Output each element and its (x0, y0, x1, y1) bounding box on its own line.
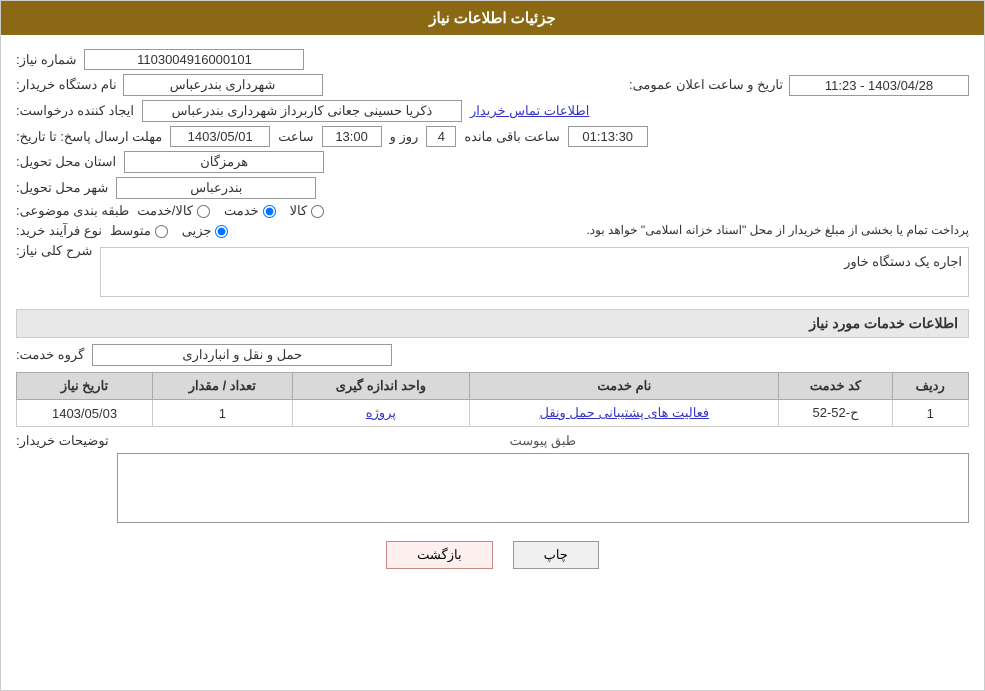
purchase-type-note: پرداخت تمام یا بخشی از مبلغ خریدار از مح… (236, 223, 969, 237)
deadline-remaining-value: 01:13:30 (568, 126, 648, 147)
category-radio-kala[interactable] (311, 205, 324, 218)
cell-name[interactable]: فعالیت های پشتیبانی حمل ونقل (470, 400, 779, 427)
deadline-date-value: 1403/05/01 (170, 126, 270, 147)
contact-link[interactable]: اطلاعات تماس خریدار (470, 103, 589, 119)
date-announce-value: 1403/04/28 - 11:23 (789, 75, 969, 96)
cell-count: 1 (153, 400, 293, 427)
category-radio-kala-khedmat[interactable] (197, 205, 210, 218)
cell-date: 1403/05/03 (17, 400, 153, 427)
order-number-value: 1103004916000101 (84, 49, 304, 70)
services-section-header: اطلاعات خدمات مورد نیاز (16, 309, 969, 338)
purchase-type-option-partial[interactable]: جزیی (182, 223, 229, 239)
category-radio-group: کالا/خدمت خدمت کالا (137, 203, 324, 219)
purchase-type-option-medium[interactable]: متوسط (110, 223, 168, 239)
purchase-partial-label: جزیی (182, 223, 212, 239)
category-khedmat-label: خدمت (224, 203, 259, 219)
creator-label: ایجاد کننده درخواست: (16, 103, 134, 119)
table-row: 1 ح-52-52 فعالیت های پشتیبانی حمل ونقل پ… (17, 400, 969, 427)
print-button[interactable]: چاپ (513, 541, 599, 569)
creator-value: ذکریا حسینی جعانی کاربرداز شهرداری بندرع… (142, 100, 462, 122)
col-count: تعداد / مقدار (153, 373, 293, 400)
need-desc-box: اجاره یک دستگاه خاور (100, 247, 969, 297)
buyer-notes-area: طبق پیوست (117, 433, 969, 526)
buyer-notes-tab: طبق پیوست (117, 433, 969, 449)
need-desc-value: اجاره یک دستگاه خاور (844, 254, 962, 269)
category-label: طبقه بندی موضوعی: (16, 203, 129, 219)
service-group-value: حمل و نقل و انبارداری (92, 344, 392, 366)
footer-buttons: چاپ بازگشت (16, 541, 969, 569)
category-kala-label: کالا (290, 203, 308, 219)
purchase-radio-medium[interactable] (155, 225, 168, 238)
col-name: نام خدمت (470, 373, 779, 400)
category-radio-khedmat[interactable] (263, 205, 276, 218)
back-button[interactable]: بازگشت (386, 541, 492, 569)
buyer-org-value: شهرداری بندرعباس (123, 74, 323, 96)
col-date: تاریخ نیاز (17, 373, 153, 400)
col-unit: واحد اندازه گیری (292, 373, 470, 400)
cell-code: ح-52-52 (779, 400, 892, 427)
category-option-kala-khedmat[interactable]: کالا/خدمت (137, 203, 210, 219)
col-row: ردیف (892, 373, 968, 400)
province-value: هرمزگان (124, 151, 324, 173)
page-title: جزئیات اطلاعات نیاز (1, 1, 984, 35)
city-label: شهر محل تحویل: (16, 180, 108, 196)
category-option-kala[interactable]: کالا (290, 203, 325, 219)
purchase-radio-partial[interactable] (215, 225, 228, 238)
deadline-label: مهلت ارسال پاسخ: تا تاریخ: (16, 129, 162, 145)
buyer-notes-textarea[interactable] (117, 453, 969, 523)
services-table: ردیف کد خدمت نام خدمت واحد اندازه گیری ت… (16, 372, 969, 427)
deadline-remaining-label: ساعت باقی مانده (464, 129, 559, 145)
service-group-label: گروه خدمت: (16, 347, 84, 363)
date-announce-label: تاریخ و ساعت اعلان عمومی: (629, 77, 783, 93)
need-desc-label: شرح کلی نیاز: (16, 243, 92, 259)
purchase-type-label: نوع فرآیند خرید: (16, 223, 102, 239)
col-code: کد خدمت (779, 373, 892, 400)
deadline-time-label: ساعت (278, 129, 313, 145)
purchase-medium-label: متوسط (110, 223, 151, 239)
buyer-org-label: نام دستگاه خریدار: (16, 77, 117, 93)
buyer-notes-label: توضیحات خریدار: (16, 433, 109, 449)
province-label: استان محل تحویل: (16, 154, 116, 170)
deadline-days-label: روز و (390, 129, 419, 145)
order-number-label: شماره نیاز: (16, 52, 76, 68)
deadline-time-value: 13:00 (322, 126, 382, 147)
purchase-type-radio-group: متوسط جزیی (110, 223, 229, 239)
cell-row: 1 (892, 400, 968, 427)
city-value: بندرعباس (116, 177, 316, 199)
category-kala-khedmat-label: کالا/خدمت (137, 203, 193, 219)
cell-unit[interactable]: پروژه (292, 400, 470, 427)
deadline-days-value: 4 (426, 126, 456, 147)
category-option-khedmat[interactable]: خدمت (224, 203, 276, 219)
